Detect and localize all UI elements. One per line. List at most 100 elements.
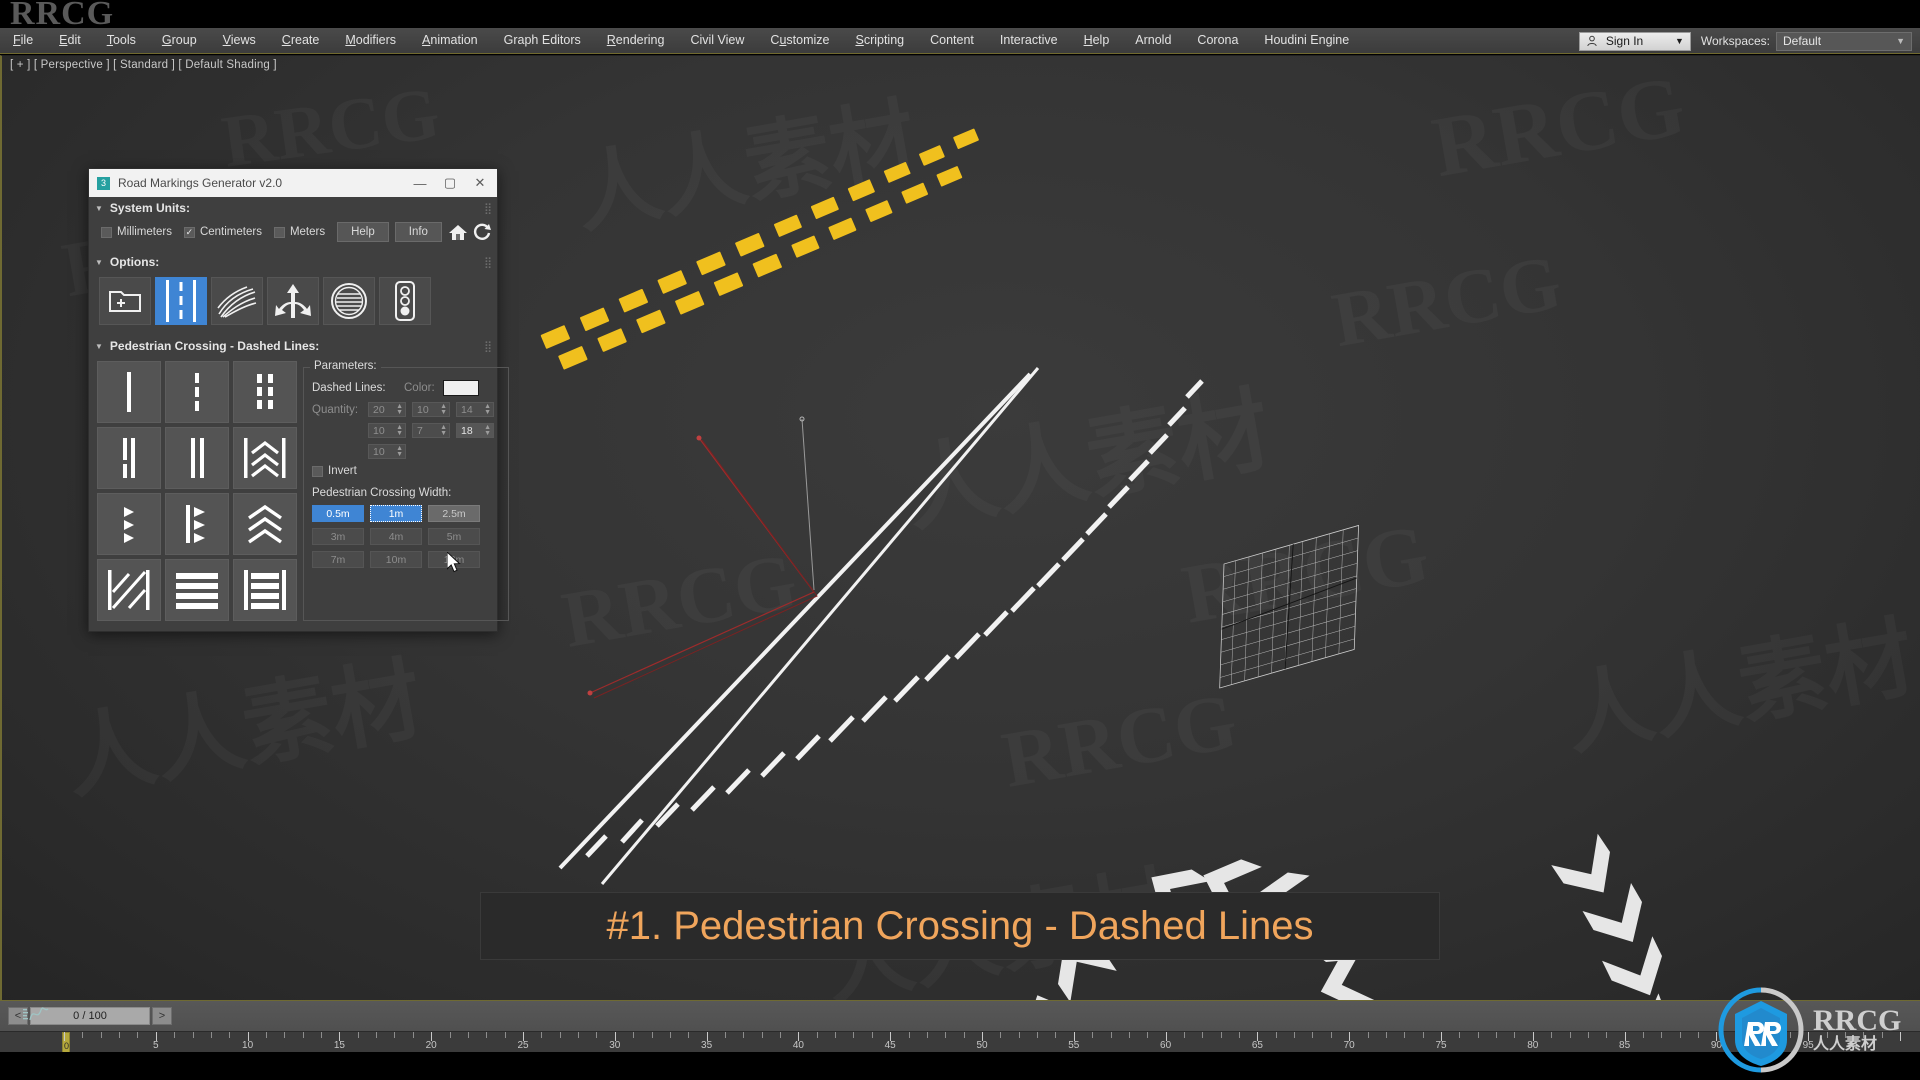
road-markings-generator-dialog[interactable]: 3 Road Markings Generator v2.0 — ▢ ✕ ▼ S… — [88, 168, 509, 632]
menu-item-edit[interactable]: Edit — [46, 31, 94, 51]
menu-item-modifiers[interactable]: Modifiers — [332, 31, 409, 51]
width-button-1m[interactable]: 1m — [370, 505, 422, 522]
manhole-icon[interactable] — [323, 277, 375, 325]
mouse-cursor — [447, 552, 461, 573]
zebra-preset[interactable] — [165, 559, 229, 621]
quantity-spinner-3[interactable]: 14 ▲ ▼ — [456, 402, 494, 417]
solid-line-preset[interactable] — [97, 361, 161, 423]
timeline-tick-label: 10 — [242, 1040, 254, 1051]
system-units-header[interactable]: ▼ System Units: ⣿ — [89, 197, 497, 219]
quantity-spinner-7[interactable]: 10 ▲ ▼ — [368, 444, 406, 459]
spinner-arrows-icon[interactable]: ▲ ▼ — [396, 445, 403, 458]
invert-checkbox[interactable]: Invert — [312, 465, 488, 477]
menu-item-animation[interactable]: Animation — [409, 31, 491, 51]
quantity-spinner-6[interactable]: 18 ▲ ▼ — [456, 423, 494, 438]
triangles-preset[interactable] — [97, 493, 161, 555]
menu-item-content[interactable]: Content — [917, 31, 987, 51]
quantity-spinner-5[interactable]: 7 ▲ ▼ — [412, 423, 450, 438]
timeline-ruler[interactable]: 0 5 10 15 20 25 30 35 40 45 50 55 60 65 70 75 80 85 90 95 — [0, 1031, 1920, 1054]
workspace-select[interactable]: Default ▼ — [1776, 31, 1912, 51]
maximize-button[interactable]: ▢ — [435, 170, 465, 196]
menu-item-corona[interactable]: Corona — [1184, 31, 1251, 51]
dashed-line-preset[interactable] — [165, 361, 229, 423]
menu-item-tools[interactable]: Tools — [94, 31, 149, 51]
timeline-tick — [651, 1032, 653, 1038]
menu-item-interactive[interactable]: Interactive — [987, 31, 1071, 51]
sign-in-button[interactable]: Sign In ▼ — [1578, 31, 1691, 51]
arrows-icon[interactable] — [267, 277, 319, 325]
double-solid-preset[interactable] — [165, 427, 229, 489]
spinner-arrows-icon[interactable]: ▲ ▼ — [396, 403, 403, 416]
timeline-tick — [321, 1032, 323, 1038]
collapse-triangle-icon[interactable]: ▼ — [95, 204, 103, 213]
checkbox-centimeters[interactable]: ✓ Centimeters — [183, 226, 262, 238]
timeline-tick — [853, 1032, 855, 1038]
system-units-rollup: ▼ System Units: ⣿ Millimeters ✓ Centimet… — [89, 197, 497, 251]
chevrons-preset[interactable] — [233, 493, 297, 555]
skid-marks-icon[interactable] — [211, 277, 263, 325]
offset-dash-preset[interactable] — [97, 427, 161, 489]
width-button-7m[interactable]: 7m — [312, 551, 364, 568]
info-button[interactable]: Info — [394, 222, 442, 242]
timeline-tick — [394, 1032, 396, 1038]
menu-item-houdini-engine[interactable]: Houdini Engine — [1251, 31, 1362, 51]
road-lines-icon[interactable] — [155, 277, 207, 325]
menu-item-views[interactable]: Views — [210, 31, 269, 51]
spinner-arrows-icon[interactable]: ▲ ▼ — [440, 403, 447, 416]
menu-item-rendering[interactable]: Rendering — [594, 31, 678, 51]
double-dashed-preset[interactable] — [233, 361, 297, 423]
viewport-label[interactable]: [ + ] [ Perspective ] [ Standard ] [ Def… — [10, 59, 277, 71]
menu-item-graph-editors[interactable]: Graph Editors — [491, 31, 594, 51]
collapse-triangle-icon[interactable]: ▼ — [95, 342, 103, 351]
traffic-light-icon[interactable] — [379, 277, 431, 325]
line-and-triangles-preset[interactable] — [165, 493, 229, 555]
timeline-tick — [64, 1032, 65, 1041]
pedestrian-crossing-header[interactable]: ▼ Pedestrian Crossing - Dashed Lines: ⣿ — [89, 335, 497, 357]
collapse-triangle-icon[interactable]: ▼ — [95, 258, 103, 267]
minimize-button[interactable]: — — [405, 170, 435, 196]
width-button-5m[interactable]: 5m — [428, 528, 480, 545]
quantity-spinner-1[interactable]: 20 ▲ ▼ — [368, 402, 406, 417]
parameters-group: Parameters: Dashed Lines: Color: Quantit… — [303, 360, 509, 621]
zebra-bordered-preset[interactable] — [233, 559, 297, 621]
checkbox-box — [273, 226, 285, 238]
width-button-4m[interactable]: 4m — [370, 528, 422, 545]
spinner-arrows-icon[interactable]: ▲ ▼ — [396, 424, 403, 437]
home-icon[interactable] — [448, 221, 468, 243]
chevron-between-lines-preset[interactable] — [233, 427, 297, 489]
quantity-spinner-2[interactable]: 10 ▲ ▼ — [412, 402, 450, 417]
dialog-title-bar[interactable]: 3 Road Markings Generator v2.0 — ▢ ✕ — [89, 169, 497, 197]
refresh-icon[interactable] — [472, 221, 492, 243]
width-button-0-5m[interactable]: 0.5m — [312, 505, 364, 522]
timeline-tick — [229, 1032, 231, 1038]
menu-item-arnold[interactable]: Arnold — [1122, 31, 1184, 51]
diagonal-hatch-preset[interactable] — [97, 559, 161, 621]
close-button[interactable]: ✕ — [465, 170, 495, 196]
menu-item-civil-view[interactable]: Civil View — [677, 31, 757, 51]
menu-item-customize[interactable]: Customize — [757, 31, 842, 51]
menu-item-group[interactable]: Group — [149, 31, 210, 51]
timeline-tick — [578, 1032, 580, 1038]
timeline-tick — [724, 1032, 726, 1038]
next-frame-button[interactable]: > — [152, 1007, 172, 1025]
menu-item-help[interactable]: Help — [1071, 31, 1123, 51]
menu-item-scripting[interactable]: Scripting — [842, 31, 917, 51]
menu-item-file[interactable]: File — [0, 31, 46, 51]
checkbox-millimeters[interactable]: Millimeters — [101, 226, 172, 238]
options-header[interactable]: ▼ Options: ⣿ — [89, 251, 497, 273]
menu-item-create[interactable]: Create — [269, 31, 333, 51]
timeline-tick — [1606, 1032, 1608, 1038]
dialog-title: Road Markings Generator v2.0 — [118, 176, 283, 190]
color-swatch[interactable] — [442, 380, 479, 396]
width-button-10m[interactable]: 10m — [370, 551, 422, 568]
help-button[interactable]: Help — [337, 222, 389, 242]
spinner-arrows-icon[interactable]: ▲ ▼ — [484, 403, 491, 416]
checkbox-meters[interactable]: Meters — [273, 226, 325, 238]
animation-curve-icon[interactable] — [22, 1004, 50, 1024]
quantity-spinner-4[interactable]: 10 ▲ ▼ — [368, 423, 406, 438]
width-button-2-5m[interactable]: 2.5m — [428, 505, 480, 522]
spinner-arrows-icon[interactable]: ▲ ▼ — [440, 424, 447, 437]
spinner-arrows-icon[interactable]: ▲ ▼ — [484, 424, 491, 437]
width-button-3m[interactable]: 3m — [312, 528, 364, 545]
new-folder-icon[interactable] — [99, 277, 151, 325]
